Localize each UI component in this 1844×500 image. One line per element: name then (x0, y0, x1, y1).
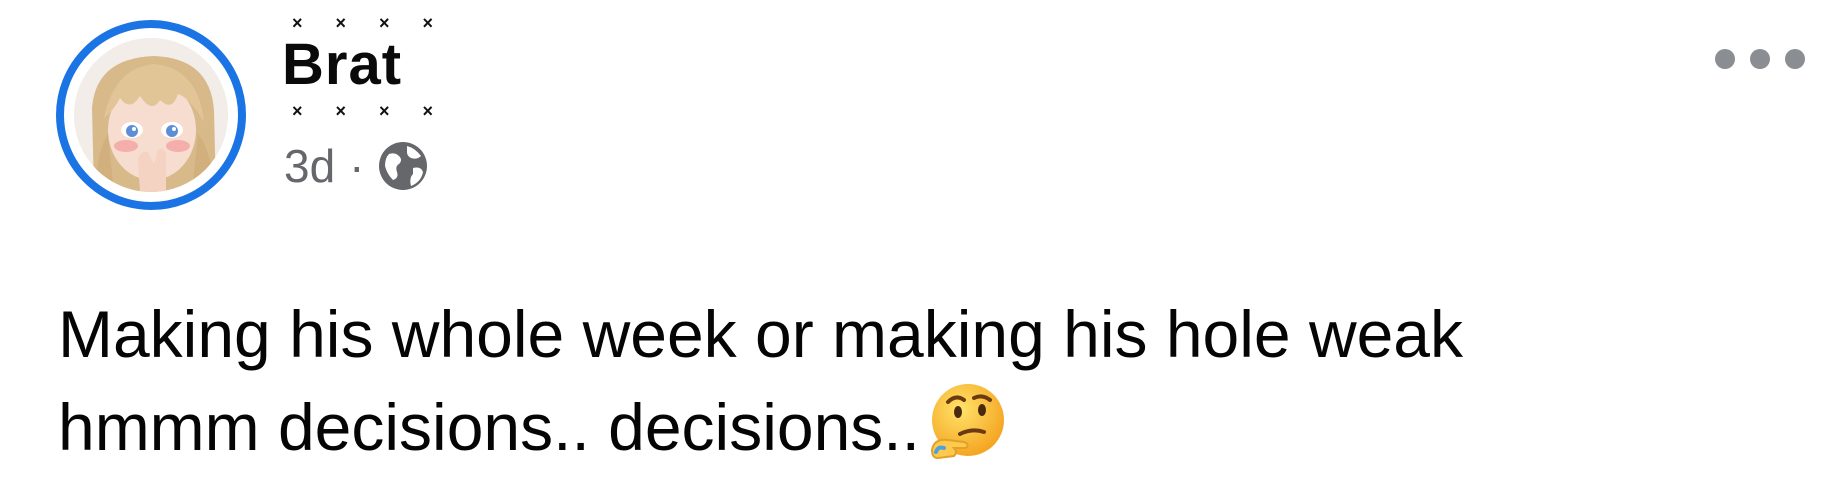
post-text-line-2: hmmm decisions.. decisions.. (58, 380, 1798, 473)
author-name-block[interactable]: × × × × Brat × × × × (282, 6, 433, 124)
post-text: Making his whole week or making his hole… (58, 288, 1798, 473)
post-text-line-1: Making his whole week or making his hole… (58, 297, 1464, 371)
more-options-icon (1785, 49, 1805, 69)
author-name[interactable]: Brat (282, 36, 402, 94)
name-decoration-bottom: × × × × (292, 101, 448, 121)
post-timestamp[interactable]: 3d (284, 143, 335, 189)
thinking-face-emoji-icon (924, 380, 1008, 464)
name-decoration-top: × × × × (292, 13, 448, 33)
avatar[interactable] (56, 20, 246, 210)
more-options-icon (1750, 49, 1770, 69)
more-options-button[interactable] (1715, 44, 1805, 74)
avatar-image (74, 38, 228, 192)
post-text-line-2-text: hmmm decisions.. decisions.. (58, 390, 920, 464)
globe-icon[interactable] (377, 140, 429, 192)
post-meta: 3d · (284, 138, 429, 194)
meta-separator: · (349, 140, 365, 192)
more-options-icon (1715, 49, 1735, 69)
